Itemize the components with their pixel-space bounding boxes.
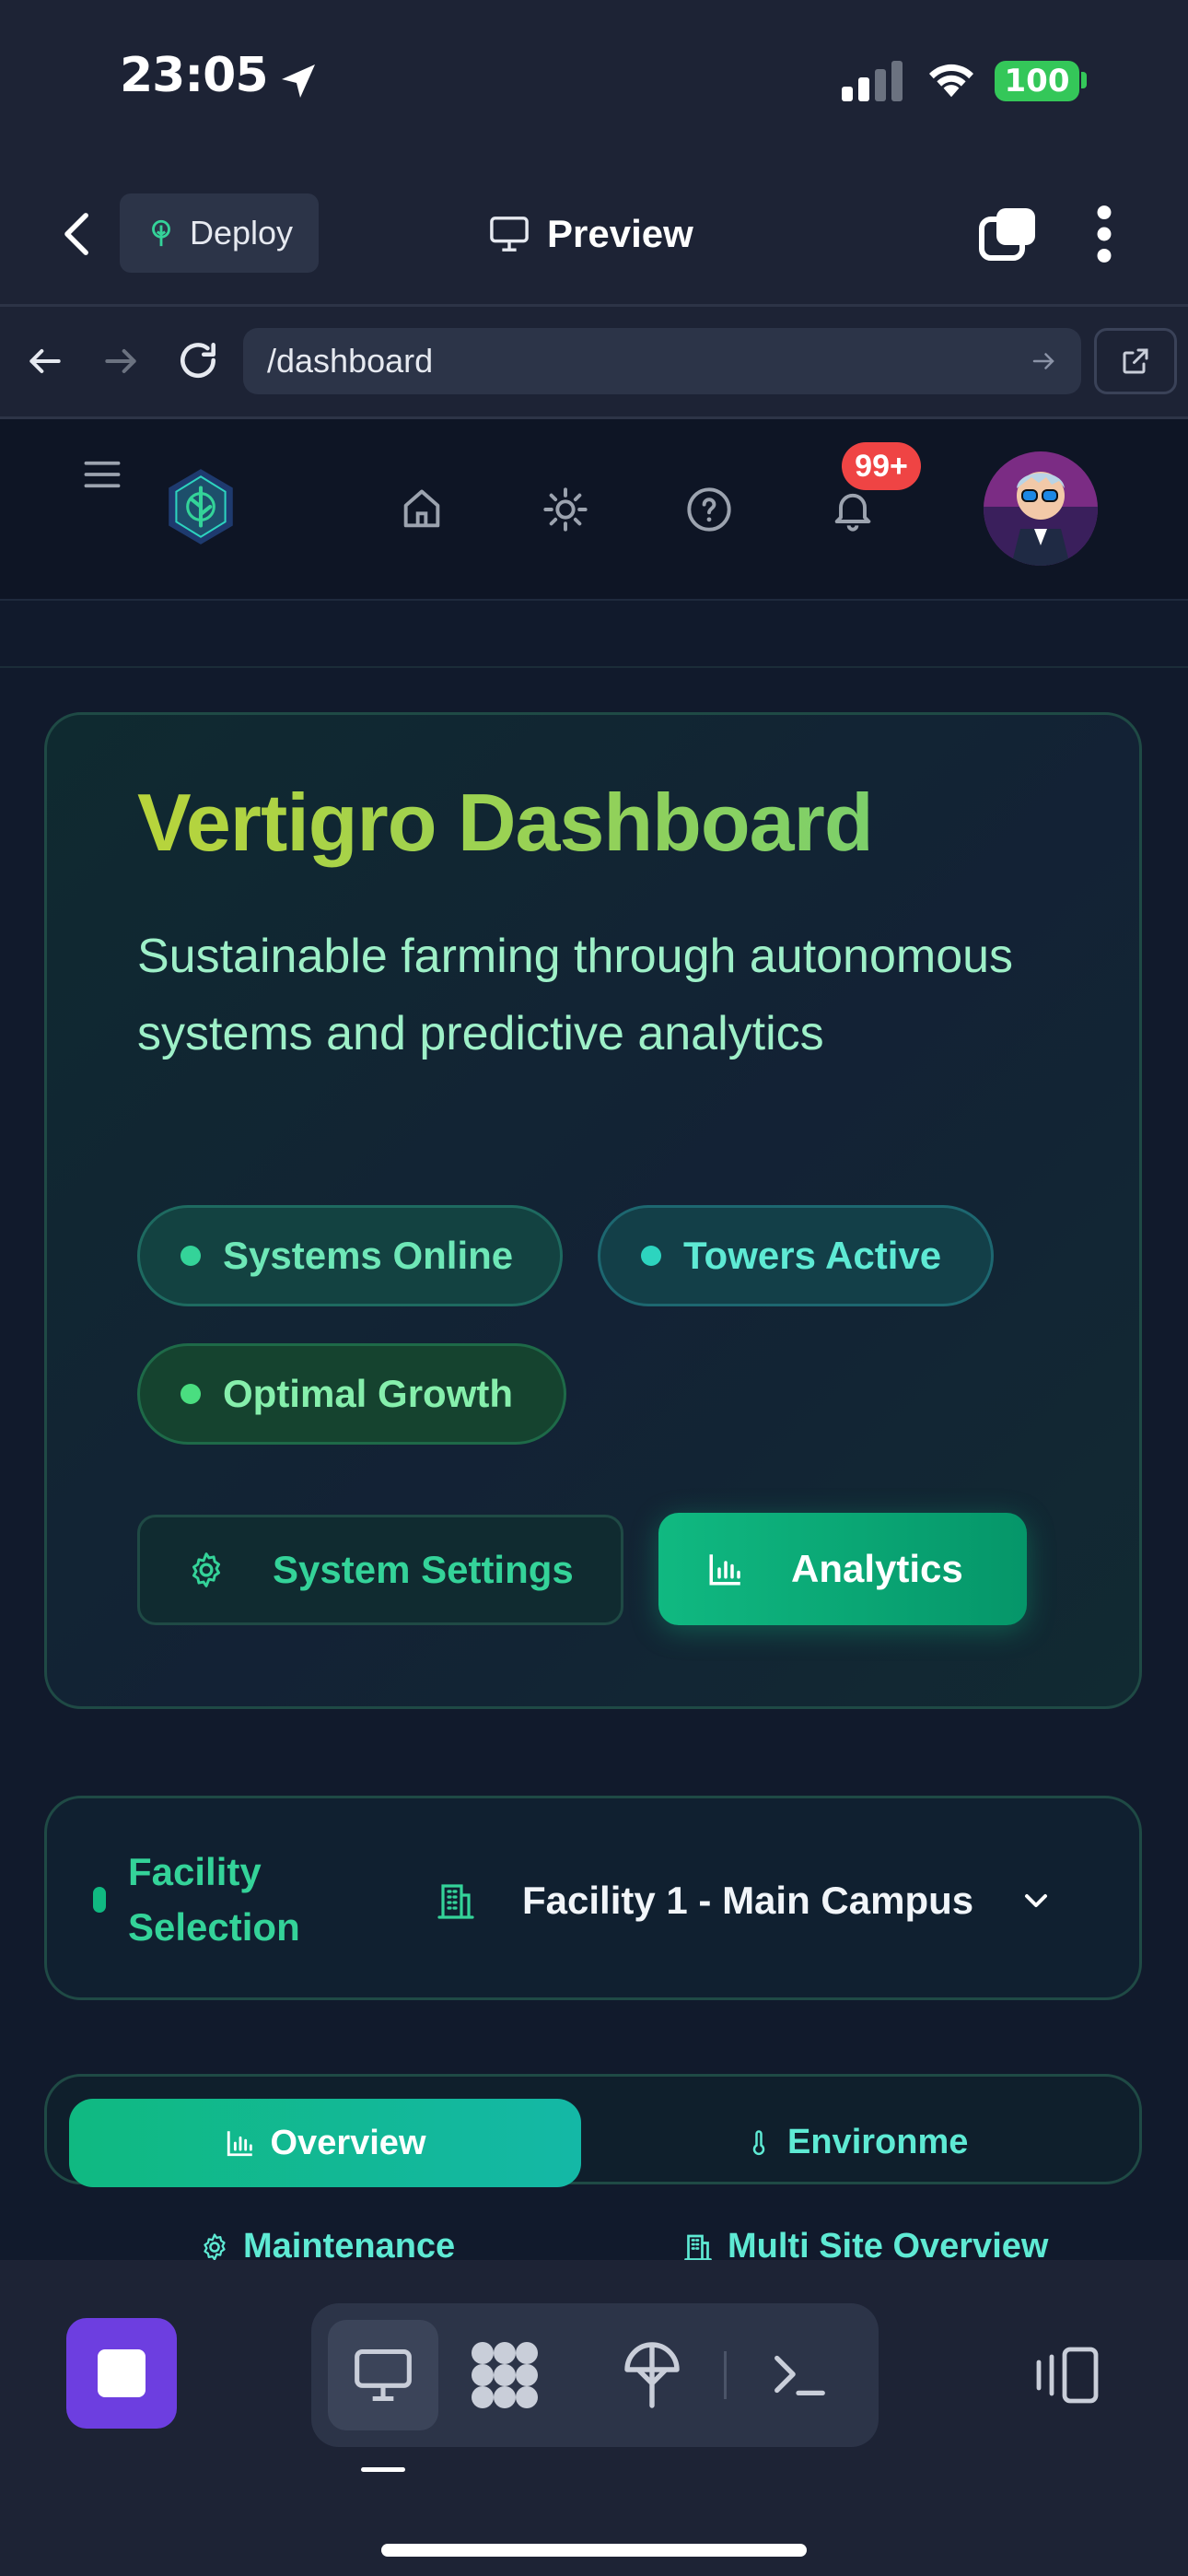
status-pill-label: Systems Online — [223, 1234, 514, 1277]
open-external-button[interactable] — [1094, 328, 1177, 394]
tab-overview-label: Overview — [270, 2123, 426, 2162]
status-time: 23:05 — [120, 48, 269, 103]
logo-icon[interactable] — [162, 465, 239, 548]
building-icon — [684, 2234, 712, 2260]
app-navbar: 99+ — [0, 419, 1188, 601]
status-dot — [181, 1246, 201, 1266]
tab-multi-site-overview[interactable]: Multi Site Overview — [681, 2227, 1048, 2260]
location-arrow-icon — [282, 64, 315, 98]
status-pill-label: Optimal Growth — [223, 1372, 513, 1415]
help-icon[interactable] — [685, 486, 733, 533]
facility-indicator-bar — [93, 1887, 106, 1913]
signal-icon — [842, 61, 903, 101]
terminal-icon[interactable] — [766, 2342, 831, 2406]
facility-selection-card: Facility Selection Facility 1 - Main Cam… — [44, 1796, 1142, 2000]
status-pill-systems-online: Systems Online — [137, 1205, 563, 1306]
preview-title: Preview — [488, 205, 693, 263]
tab-multi-site-label: Multi Site Overview — [728, 2227, 1049, 2260]
battery-indicator: 100 — [995, 61, 1079, 101]
status-dot — [181, 1384, 201, 1404]
url-text: /dashboard — [267, 342, 434, 380]
deploy-tree-icon — [152, 219, 170, 247]
preview-title-label: Preview — [547, 212, 693, 255]
gear-icon — [204, 2232, 226, 2260]
device-layout-icon[interactable] — [1033, 2345, 1100, 2406]
stop-button[interactable] — [66, 2318, 177, 2429]
url-field[interactable]: /dashboard — [243, 328, 1081, 394]
facility-selection-label: Facility Selection — [128, 1850, 300, 1949]
facility-selected-value: Facility 1 - Main Campus — [522, 1879, 974, 1922]
bar-chart-icon — [709, 1554, 740, 1586]
view-switcher — [311, 2303, 879, 2447]
preview-mode-button[interactable] — [328, 2320, 438, 2430]
app-viewport: 99+ Vertigro Dashboard Sustainable farmi… — [0, 419, 1188, 2260]
notification-badge: 99+ — [842, 442, 921, 490]
hero-card: Vertigro Dashboard Sustainable farming t… — [44, 712, 1142, 1709]
content-divider — [0, 666, 1188, 668]
stop-icon — [98, 2349, 146, 2397]
header-divider — [0, 304, 1188, 307]
url-go-arrow-icon[interactable] — [1030, 347, 1057, 375]
page-subtitle: Sustainable farming through autonomous s… — [137, 930, 1014, 1060]
browser-forward-icon[interactable] — [99, 341, 142, 381]
status-pill-optimal-growth: Optimal Growth — [137, 1343, 566, 1445]
tab-maintenance[interactable]: Maintenance — [199, 2227, 455, 2260]
system-settings-button[interactable]: System Settings — [137, 1515, 623, 1625]
system-settings-label: System Settings — [273, 1548, 574, 1591]
analytics-button[interactable]: Analytics — [658, 1513, 1027, 1625]
bottom-toolbar — [0, 2260, 1188, 2576]
facility-dropdown[interactable]: Facility 1 - Main Campus — [434, 1859, 1054, 1942]
gear-icon — [192, 1552, 221, 1587]
tab-overview[interactable]: Overview — [69, 2099, 581, 2187]
notifications-bell-icon[interactable] — [829, 486, 877, 533]
home-indicator — [381, 2544, 807, 2557]
toolbar-separator — [724, 2351, 727, 2399]
status-pill-towers-active: Towers Active — [598, 1205, 994, 1306]
back-chevron-icon[interactable] — [57, 208, 98, 260]
tab-maintenance-label: Maintenance — [243, 2227, 456, 2260]
deploy-label: Deploy — [189, 214, 294, 252]
tab-environment-label: Environme — [787, 2123, 969, 2161]
reload-icon[interactable] — [175, 337, 221, 383]
monitor-icon — [490, 217, 529, 252]
workspace-grid-icon[interactable] — [468, 2338, 542, 2412]
browser-back-icon[interactable] — [24, 341, 66, 381]
building-icon — [437, 1884, 474, 1919]
deploy-button[interactable]: Deploy — [120, 193, 319, 273]
tab-environment[interactable]: Environme — [745, 2123, 968, 2162]
avatar[interactable] — [984, 451, 1098, 566]
status-dot — [641, 1246, 661, 1266]
chevron-down-icon — [1025, 1894, 1048, 1907]
monitor-icon — [355, 2348, 412, 2402]
page-title: Vertigro Dashboard — [137, 777, 874, 868]
avatar-image — [984, 451, 1098, 566]
wifi-icon — [929, 64, 973, 98]
active-indicator — [361, 2467, 405, 2472]
thermometer-icon — [752, 2129, 765, 2155]
bar-chart-icon — [227, 2131, 252, 2157]
deploy-tree-icon[interactable] — [619, 2338, 685, 2412]
dashboard-tabs: Overview Environme — [44, 2074, 1142, 2187]
hamburger-menu-icon[interactable] — [83, 458, 122, 491]
external-link-icon — [1123, 348, 1148, 374]
more-vertical-icon[interactable] — [1092, 205, 1116, 263]
sun-theme-icon[interactable] — [542, 486, 589, 533]
home-icon[interactable] — [398, 486, 446, 533]
battery-tip — [1081, 72, 1087, 88]
analytics-label: Analytics — [791, 1547, 963, 1590]
status-pill-label: Towers Active — [683, 1234, 942, 1277]
tabs-switcher-icon[interactable] — [978, 205, 1039, 262]
